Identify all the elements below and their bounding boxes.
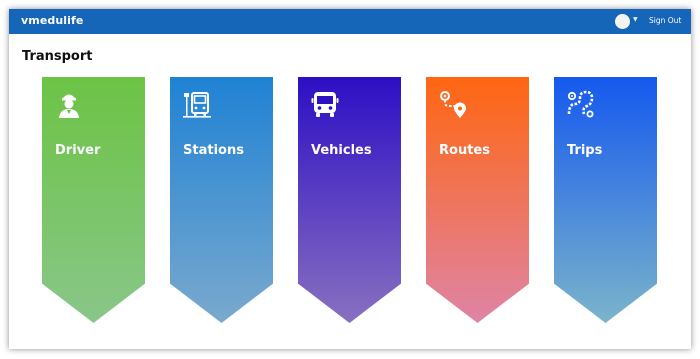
- brand-logo[interactable]: vmedulife: [21, 14, 84, 27]
- card-label: Vehicles: [311, 143, 372, 158]
- chevron-down-icon[interactable]: ▼: [633, 16, 638, 23]
- card-stations[interactable]: Stations: [170, 77, 273, 323]
- card-driver[interactable]: Driver: [42, 77, 145, 323]
- driver-icon: [59, 94, 79, 118]
- sign-out-link[interactable]: Sign Out: [649, 16, 681, 25]
- bus-icon: [311, 92, 339, 117]
- card-label: Driver: [55, 143, 101, 158]
- app-window: vmedulife ▼ Sign Out Transport Driver St…: [9, 9, 691, 349]
- card-label: Stations: [183, 143, 244, 158]
- user-avatar[interactable]: [615, 14, 630, 29]
- card-routes[interactable]: Routes: [426, 77, 529, 323]
- card-trips[interactable]: Trips: [554, 77, 657, 323]
- page-title: Transport: [22, 49, 93, 64]
- trip-path-icon: [567, 90, 594, 118]
- route-icon: [440, 91, 466, 118]
- bus-stop-icon: [183, 92, 211, 118]
- card-label: Trips: [567, 143, 603, 158]
- card-vehicles[interactable]: Vehicles: [298, 77, 401, 323]
- card-label: Routes: [439, 143, 490, 158]
- top-navbar: vmedulife ▼ Sign Out: [9, 9, 691, 34]
